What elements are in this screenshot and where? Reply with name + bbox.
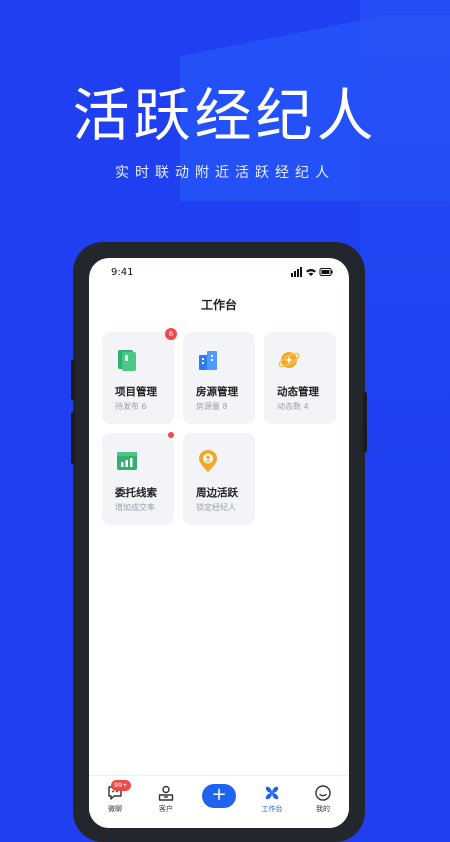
tab-label: 我的: [316, 805, 330, 813]
card-title: 房源管理: [196, 386, 238, 398]
profile-icon: [315, 785, 331, 801]
hero-subtitle: 实时联动附近活跃经纪人: [115, 165, 335, 181]
status-bar: 9:41: [89, 258, 349, 288]
card-nearby-active[interactable]: 周边活跃 锁定经纪人: [183, 433, 255, 525]
notification-dot: [168, 432, 174, 438]
card-entrusted-leads[interactable]: 委托线索 增加成交率: [102, 433, 174, 525]
location-pin-icon: [199, 450, 217, 472]
planet-icon: [278, 352, 300, 368]
status-icons: [291, 267, 333, 277]
workbench-icon: [265, 786, 279, 800]
card-title: 动态管理: [277, 386, 319, 398]
hero-title: 活跃经纪人: [72, 83, 378, 149]
tab-workbench[interactable]: 工作台: [252, 782, 292, 822]
tab-label: 工作台: [261, 805, 283, 813]
tab-label: 微聊: [108, 805, 122, 813]
building-icon: [199, 351, 217, 370]
tab-chat[interactable]: 99+ 微聊: [95, 780, 135, 822]
tab-profile[interactable]: 我的: [303, 782, 343, 822]
card-project-management[interactable]: 项目管理 待发布 6: [102, 332, 174, 424]
phone-side-button: [71, 360, 75, 400]
card-dynamics-management[interactable]: 动态管理 动态数 4: [264, 332, 336, 424]
card-subtitle: 锁定经纪人: [196, 503, 236, 512]
tab-customers[interactable]: 客户: [146, 782, 186, 822]
card-subtitle: 房源量 8: [196, 402, 228, 411]
card-listing-management[interactable]: 房源管理 房源量 8: [183, 332, 255, 424]
card-subtitle: 动态数 4: [277, 402, 309, 411]
bottom-tab-bar: 99+ 微聊 客户 + 工作台 我的: [89, 775, 349, 828]
chart-icon: [117, 452, 137, 470]
card-title: 委托线索: [115, 487, 157, 499]
phone-side-button: [71, 412, 75, 464]
card-title: 周边活跃: [196, 487, 238, 499]
card-subtitle: 增加成交率: [115, 503, 155, 512]
card-subtitle: 待发布 6: [115, 402, 147, 411]
phone-mockup: 9:41 工作台 项目管理 待发布 6 6 房源管理 房源量 8 动态管理 动态…: [71, 242, 367, 842]
status-time: 9:41: [111, 267, 134, 278]
add-button[interactable]: +: [202, 784, 236, 808]
page-title: 工作台: [200, 298, 237, 312]
app-screen: 9:41 工作台 项目管理 待发布 6 6 房源管理 房源量 8 动态管理 动态…: [89, 258, 349, 828]
card-title: 项目管理: [115, 386, 157, 398]
tab-label: 客户: [159, 805, 173, 813]
notification-badge: 6: [165, 328, 177, 340]
project-book-icon: [118, 350, 136, 371]
customer-icon: [158, 785, 174, 801]
chat-badge: 99+: [111, 780, 131, 791]
phone-side-button: [363, 392, 367, 452]
